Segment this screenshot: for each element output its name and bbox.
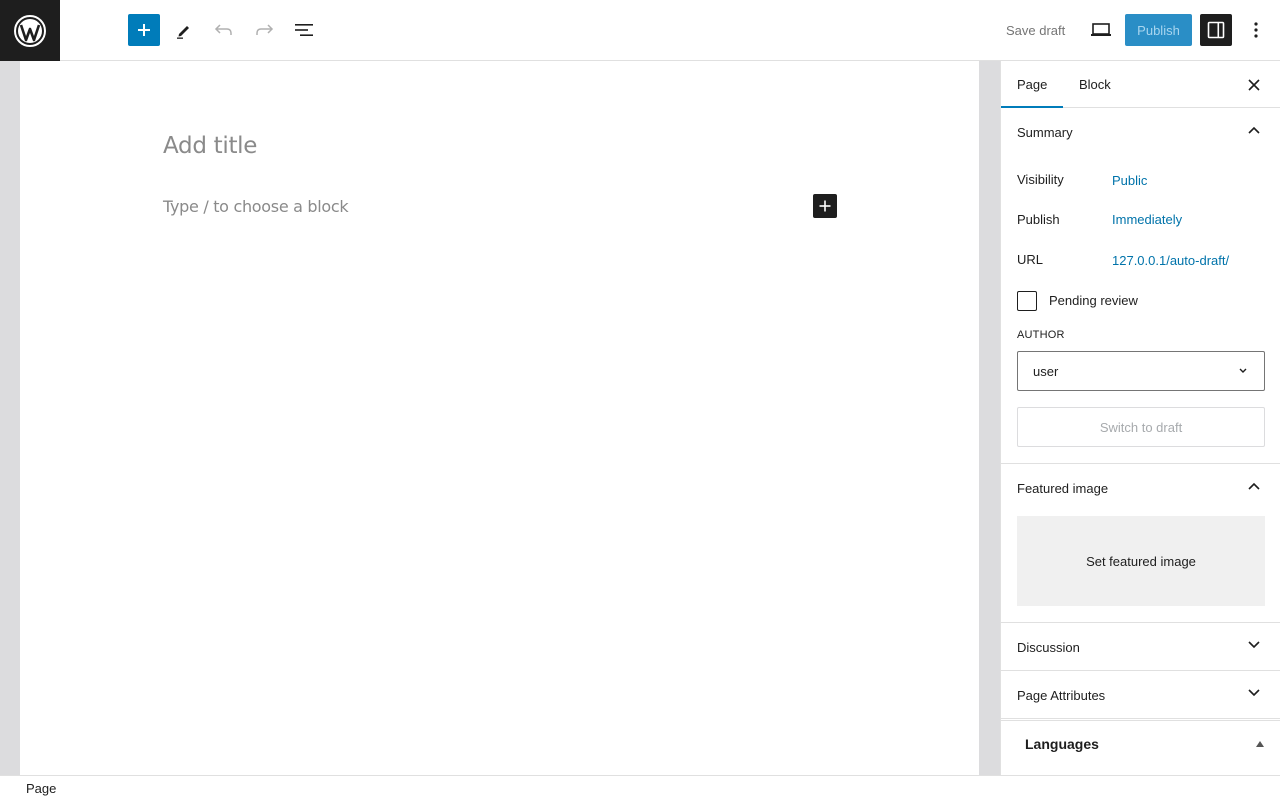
undo-icon [214, 24, 232, 35]
featured-image-panel: Featured image Set featured image [1001, 464, 1280, 623]
triangle-up-icon [1256, 741, 1264, 747]
url-value-button[interactable]: 127.0.0.1/auto-draft/ [1112, 253, 1229, 268]
set-featured-image-button[interactable]: Set featured image [1017, 516, 1265, 606]
languages-title: Languages [1025, 736, 1099, 752]
chevron-down-icon [1239, 368, 1247, 373]
page-attributes-panel-toggle[interactable]: Page Attributes [1001, 671, 1280, 719]
author-label: AUTHOR [1017, 329, 1065, 341]
pending-review-checkbox[interactable] [1017, 291, 1037, 311]
editor-footer: Page [0, 775, 1280, 800]
chevron-down-icon [1248, 689, 1260, 697]
author-select-value: user [1033, 363, 1059, 379]
list-view-icon [295, 24, 313, 36]
save-draft-button[interactable]: Save draft [996, 14, 1075, 46]
title-input[interactable]: Add title [163, 133, 257, 159]
editor-canvas[interactable]: Add title Type / to choose a block [20, 61, 979, 775]
featured-image-panel-toggle[interactable]: Featured image [1001, 464, 1280, 512]
panel-title: Featured image [1017, 480, 1109, 496]
close-icon [1248, 79, 1260, 91]
tab-block[interactable]: Block [1063, 61, 1127, 108]
author-select[interactable]: user [1017, 351, 1265, 391]
visibility-label: Visibility [1017, 172, 1064, 187]
wordpress-logo-icon[interactable] [0, 0, 60, 61]
settings-toggle-button[interactable] [1200, 14, 1232, 46]
publish-date-button[interactable]: Immediately [1112, 212, 1182, 227]
tab-page[interactable]: Page [1001, 61, 1064, 108]
more-vertical-icon [1254, 22, 1258, 38]
chevron-up-icon [1248, 482, 1260, 490]
block-inserter-button[interactable] [128, 14, 160, 46]
desktop-icon [1091, 23, 1111, 36]
sidebar-icon [1207, 21, 1225, 39]
plus-icon [138, 24, 150, 36]
panel-title: Summary [1017, 124, 1073, 140]
panel-title: Discussion [1017, 639, 1080, 655]
plus-icon [819, 200, 831, 212]
list-view-button[interactable] [288, 14, 320, 46]
redo-icon [256, 24, 274, 35]
editor-canvas-area: Add title Type / to choose a block [0, 61, 1000, 775]
inline-block-inserter-button[interactable] [813, 194, 837, 218]
chevron-up-icon [1248, 126, 1260, 134]
visibility-value-button[interactable]: Public [1112, 173, 1147, 188]
publish-label: Publish [1017, 212, 1060, 227]
publish-button[interactable]: Publish [1125, 14, 1192, 46]
languages-panel[interactable]: Languages [1001, 720, 1280, 768]
settings-sidebar: Page Block Summary Visibility Public Pub… [1000, 61, 1280, 775]
page-attributes-panel: Page Attributes [1001, 671, 1280, 719]
summary-panel-toggle[interactable]: Summary [1001, 108, 1280, 156]
summary-panel: Summary Visibility Public Publish Immedi… [1001, 108, 1280, 464]
pending-review-label: Pending review [1049, 293, 1138, 308]
breadcrumb[interactable]: Page [26, 781, 56, 796]
preview-button[interactable] [1085, 14, 1117, 46]
chevron-down-icon [1248, 641, 1260, 649]
sidebar-tabs: Page Block [1001, 61, 1280, 108]
pencil-icon [177, 26, 189, 39]
redo-button[interactable] [248, 14, 280, 46]
url-label: URL [1017, 252, 1044, 267]
close-sidebar-button[interactable] [1244, 75, 1264, 95]
options-menu-button[interactable] [1240, 14, 1272, 46]
block-placeholder[interactable]: Type / to choose a block [163, 197, 349, 216]
discussion-panel: Discussion [1001, 623, 1280, 671]
switch-to-draft-button[interactable]: Switch to draft [1017, 407, 1265, 447]
undo-button[interactable] [208, 14, 240, 46]
discussion-panel-toggle[interactable]: Discussion [1001, 623, 1280, 671]
tools-button[interactable] [168, 14, 200, 46]
editor-header: Save draft Publish [0, 0, 1280, 61]
panel-title: Page Attributes [1017, 687, 1106, 703]
